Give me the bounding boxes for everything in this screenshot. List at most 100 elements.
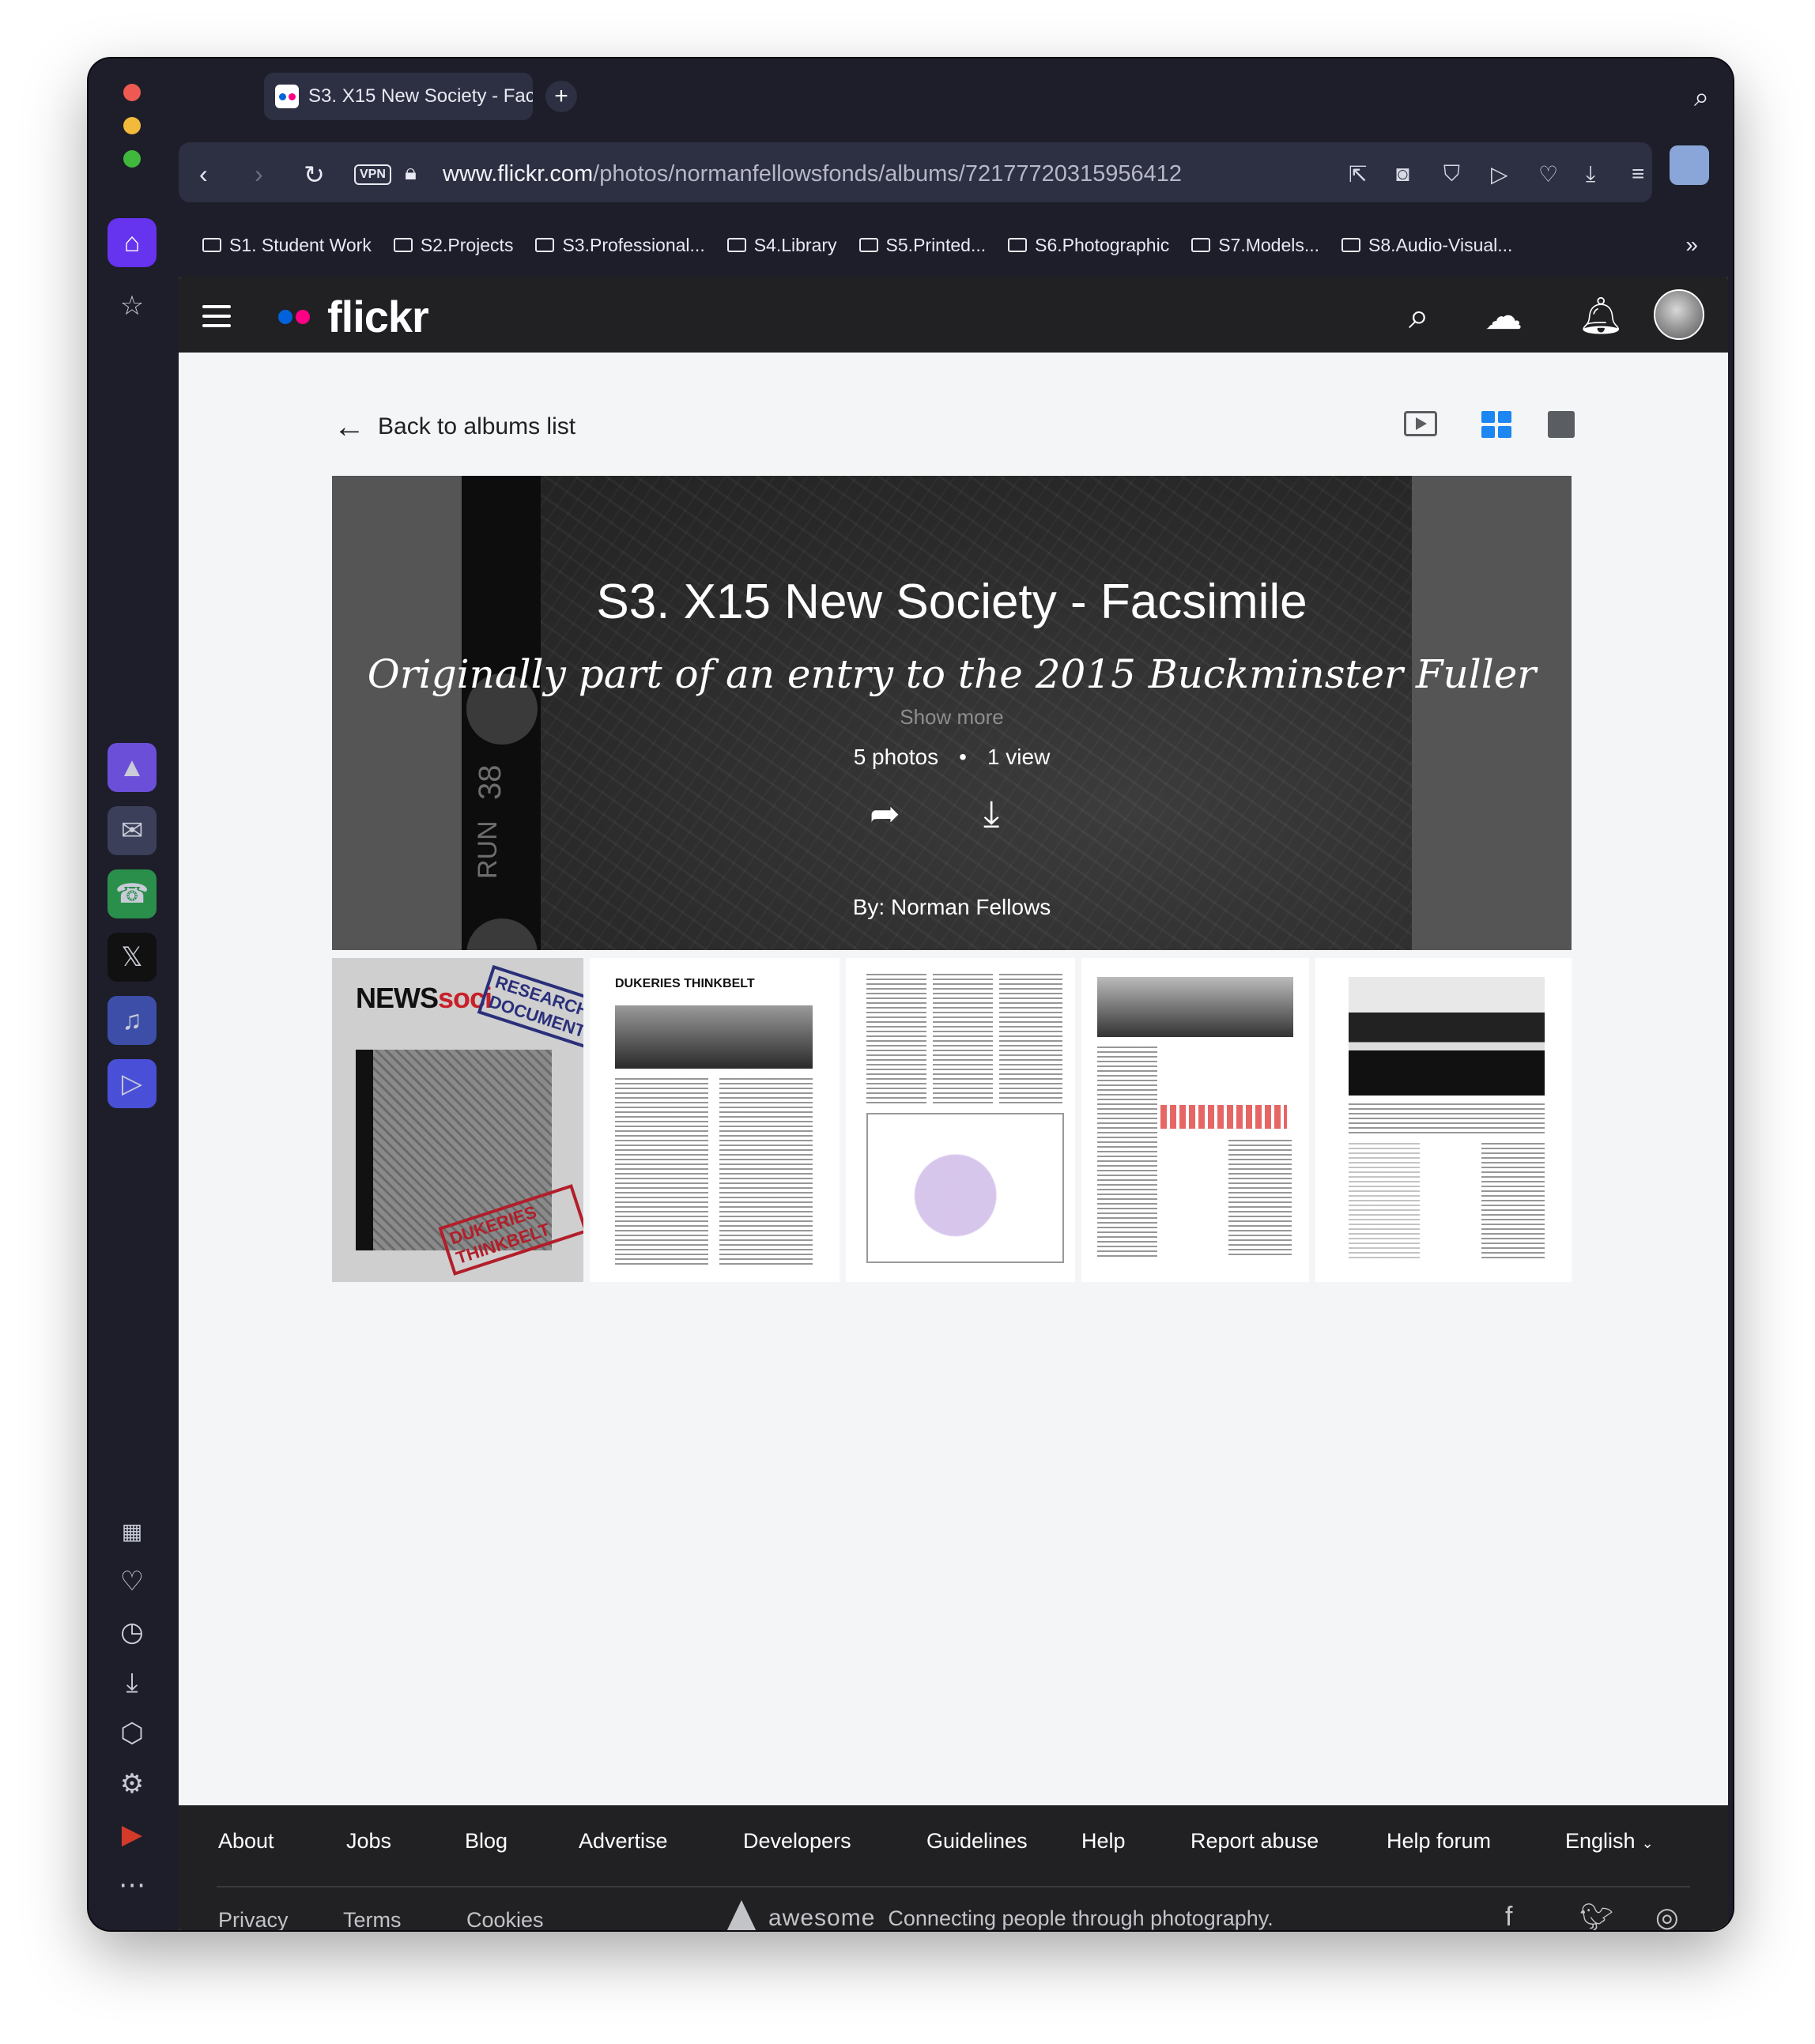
footer-blog-link[interactable]: Blog (465, 1829, 508, 1854)
address-row: ‹ › ↻ VPN 🔒︎ www.flickr.com/photos/norma… (174, 134, 1733, 217)
bookmark-folder[interactable]: S1. Student Work (202, 235, 372, 256)
photo-thumbnail[interactable]: NEWSsoci RESEARCH DOCUMENT DUKERIES THIN… (332, 958, 583, 1282)
player-icon[interactable]: ▷ (108, 1059, 157, 1108)
footer-cookies-link[interactable]: Cookies (466, 1908, 544, 1930)
address-bar[interactable]: ‹ › ↻ VPN 🔒︎ www.flickr.com/photos/norma… (179, 142, 1652, 202)
camera-icon[interactable]: ◙ (1396, 161, 1409, 187)
messenger-icon[interactable]: ✉ (108, 806, 157, 855)
notifications-bell-icon[interactable]: 🔔︎ (1578, 294, 1624, 338)
easy-setup-icon[interactable]: ≡ (1632, 161, 1644, 187)
close-window-button[interactable] (123, 84, 141, 101)
url-domain: www.flickr.com (443, 161, 594, 187)
footer-advertise-link[interactable]: Advertise (579, 1829, 668, 1854)
browser-sidebar: ⌂ ☆ ▲ ✉ ☎ 𝕏 ♫ ▷ ▦ ♡ ◷ ⤓ ⬡ ⚙ ▶ ⋯ (89, 58, 174, 1930)
vpn-badge[interactable]: VPN (354, 164, 391, 185)
flickr-header: flickr ⌕ ☁ 🔔︎ (179, 277, 1728, 353)
footer-report-abuse-link[interactable]: Report abuse (1191, 1829, 1319, 1854)
footer-divider (217, 1886, 1690, 1887)
logo-blue-dot (278, 309, 292, 324)
user-avatar[interactable] (1654, 289, 1704, 340)
twitter-icon[interactable]: 🐦︎ (1579, 1902, 1613, 1930)
text-column (615, 1078, 708, 1265)
download-album-icon[interactable]: ⤓ (983, 792, 999, 836)
album-title: S3. X15 New Society - Facsimile (596, 575, 1307, 629)
bookmark-folder[interactable]: S8.Audio-Visual... (1341, 235, 1512, 256)
bookmark-folder[interactable]: S3.Professional... (535, 235, 705, 256)
download-icon[interactable]: ⤓ (1586, 161, 1595, 187)
album-owner[interactable]: By: Norman Fellows (332, 895, 1572, 920)
home-icon[interactable]: ⌂ (108, 218, 157, 267)
downloads-icon[interactable]: ⤓ (108, 1658, 157, 1707)
facebook-icon[interactable]: f (1505, 1902, 1512, 1930)
back-icon[interactable]: ‹ (199, 160, 208, 189)
single-view-icon[interactable] (1548, 411, 1575, 438)
share-icon[interactable]: ⇱ (1349, 161, 1367, 187)
speed-dial-icon[interactable]: ▦ (108, 1507, 157, 1556)
share-album-icon[interactable]: ➦ (870, 792, 900, 835)
new-tab-button[interactable]: + (545, 81, 577, 112)
send-icon[interactable]: ▷ (1491, 161, 1508, 187)
tab-search-icon[interactable]: ⌕ (1694, 82, 1709, 113)
instagram-icon[interactable]: ◎ (1655, 1902, 1679, 1930)
bookmark-folder[interactable]: S4.Library (726, 235, 837, 256)
grid-view-icon[interactable] (1481, 411, 1511, 438)
shield-icon[interactable]: ⛉ (1443, 161, 1460, 187)
heart-icon[interactable]: ♡ (108, 1557, 157, 1606)
page-photo (1349, 977, 1545, 1096)
footer-guidelines-link[interactable]: Guidelines (926, 1829, 1028, 1854)
bookmark-heart-icon[interactable]: ♡ (1538, 161, 1558, 187)
footer-help-forum-link[interactable]: Help forum (1387, 1829, 1491, 1854)
bookmark-folder[interactable]: S6.Photographic (1008, 235, 1169, 256)
lock-icon[interactable]: 🔒︎ (405, 160, 417, 186)
text-column (866, 974, 926, 1105)
back-to-albums-link[interactable]: ← Back to albums list (334, 411, 575, 443)
menu-icon[interactable] (202, 305, 231, 334)
extensions-icon[interactable]: ⬡ (108, 1709, 157, 1758)
photo-thumbnail[interactable] (1081, 958, 1309, 1282)
upload-cloud-icon[interactable]: ☁ (1485, 294, 1523, 338)
more-icon[interactable]: ⋯ (108, 1861, 157, 1910)
video-popout-icon[interactable]: ▶ (108, 1810, 157, 1859)
smugmug-awesome-logo[interactable]: awesome Connecting people through photog… (724, 1900, 1274, 1930)
footer-about-link[interactable]: About (218, 1829, 274, 1854)
folder-icon (726, 238, 746, 252)
footer-terms-link[interactable]: Terms (343, 1908, 402, 1930)
settings-gear-icon[interactable]: ⚙ (108, 1759, 157, 1808)
x-twitter-icon[interactable]: 𝕏 (108, 933, 157, 982)
bookmark-folder[interactable]: S5.Printed... (858, 235, 986, 256)
flickr-logo[interactable]: flickr (278, 291, 429, 342)
reload-icon[interactable]: ↻ (304, 160, 325, 190)
show-more-link[interactable]: Show more (332, 705, 1572, 730)
headphones-icon[interactable]: ♫ (108, 996, 157, 1045)
footer-privacy-link[interactable]: Privacy (218, 1908, 289, 1930)
photo-thumbnail[interactable] (846, 958, 1075, 1282)
minimize-window-button[interactable] (123, 117, 141, 134)
footer-jobs-link[interactable]: Jobs (346, 1829, 391, 1854)
text-column (999, 974, 1062, 1105)
photo-thumbnail[interactable] (1315, 958, 1572, 1282)
view-count: 1 view (987, 745, 1051, 769)
photo-thumbnail[interactable]: DUKERIES THINKBELT (590, 958, 840, 1282)
bookmarks-overflow-icon[interactable]: » (1685, 232, 1698, 258)
footer-developers-link[interactable]: Developers (743, 1829, 851, 1854)
maximize-window-button[interactable] (123, 150, 141, 168)
whatsapp-icon[interactable]: ☎ (108, 869, 157, 918)
history-icon[interactable]: ◷ (108, 1608, 157, 1657)
aria-app-icon[interactable]: ▲ (108, 743, 157, 792)
slideshow-view-icon[interactable] (1404, 411, 1437, 436)
text-column (1228, 1140, 1292, 1258)
tab-flickr-album[interactable]: S3. X15 New Society - Facsimile (264, 73, 533, 120)
star-icon[interactable]: ☆ (108, 281, 157, 330)
folder-icon (1341, 238, 1361, 252)
footer-help-link[interactable]: Help (1081, 1829, 1126, 1854)
url-text[interactable]: www.flickr.com/photos/normanfellowsfonds… (443, 161, 1182, 187)
tab-title: S3. X15 New Society - Facsimile (308, 85, 533, 107)
forward-icon[interactable]: › (255, 160, 263, 189)
page-photo (615, 1005, 813, 1069)
search-icon[interactable]: ⌕ (1409, 294, 1429, 338)
bookmark-folder[interactable]: S7.Models... (1191, 235, 1319, 256)
language-selector[interactable]: English ⌄ (1565, 1829, 1654, 1854)
profile-avatar-icon[interactable] (1670, 145, 1709, 185)
bookmark-folder[interactable]: S2.Projects (393, 235, 513, 256)
album-stats: 5 photos • 1 view (332, 745, 1572, 770)
